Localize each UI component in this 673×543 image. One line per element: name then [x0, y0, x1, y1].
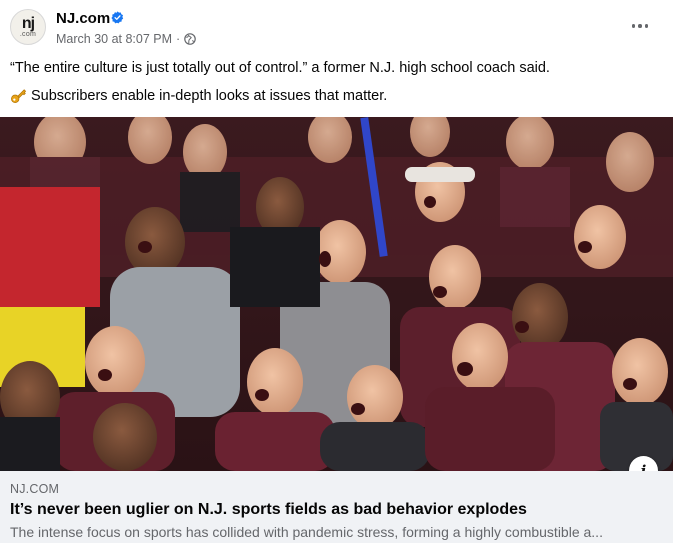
key-icon — [11, 89, 27, 103]
link-domain: NJ.COM — [10, 482, 60, 496]
dot — [638, 24, 642, 28]
post-caption-line1: “The entire culture is just totally out … — [10, 60, 550, 76]
dot — [644, 24, 649, 28]
link-description: The intense focus on sports has collided… — [10, 524, 603, 540]
post-photo[interactable] — [0, 117, 673, 471]
meta-separator: · — [176, 32, 181, 46]
post-meta: March 30 at 8:07 PM · — [56, 32, 197, 46]
verified-badge-icon — [111, 11, 124, 24]
caption-subscribers-text: Subscribers enable in-depth looks at iss… — [31, 87, 388, 104]
post-caption-line2: Subscribers enable in-depth looks at iss… — [10, 87, 387, 104]
avatar[interactable]: nj .com — [10, 9, 46, 45]
link-headline[interactable]: It’s never been uglier on N.J. sports fi… — [10, 501, 527, 519]
post-timestamp[interactable]: March 30 at 8:07 PM — [56, 32, 172, 46]
avatar-logo-text: nj — [21, 15, 35, 32]
crowd-photo-illustration — [0, 117, 673, 471]
globe-icon — [184, 33, 197, 45]
avatar-logo-subtext: .com — [19, 31, 37, 38]
more-options-button[interactable] — [628, 16, 652, 36]
dot — [631, 24, 636, 28]
post-header: nj .com NJ.com March 30 at 8:07 PM · — [0, 0, 673, 52]
page-name[interactable]: NJ.com — [56, 10, 110, 27]
